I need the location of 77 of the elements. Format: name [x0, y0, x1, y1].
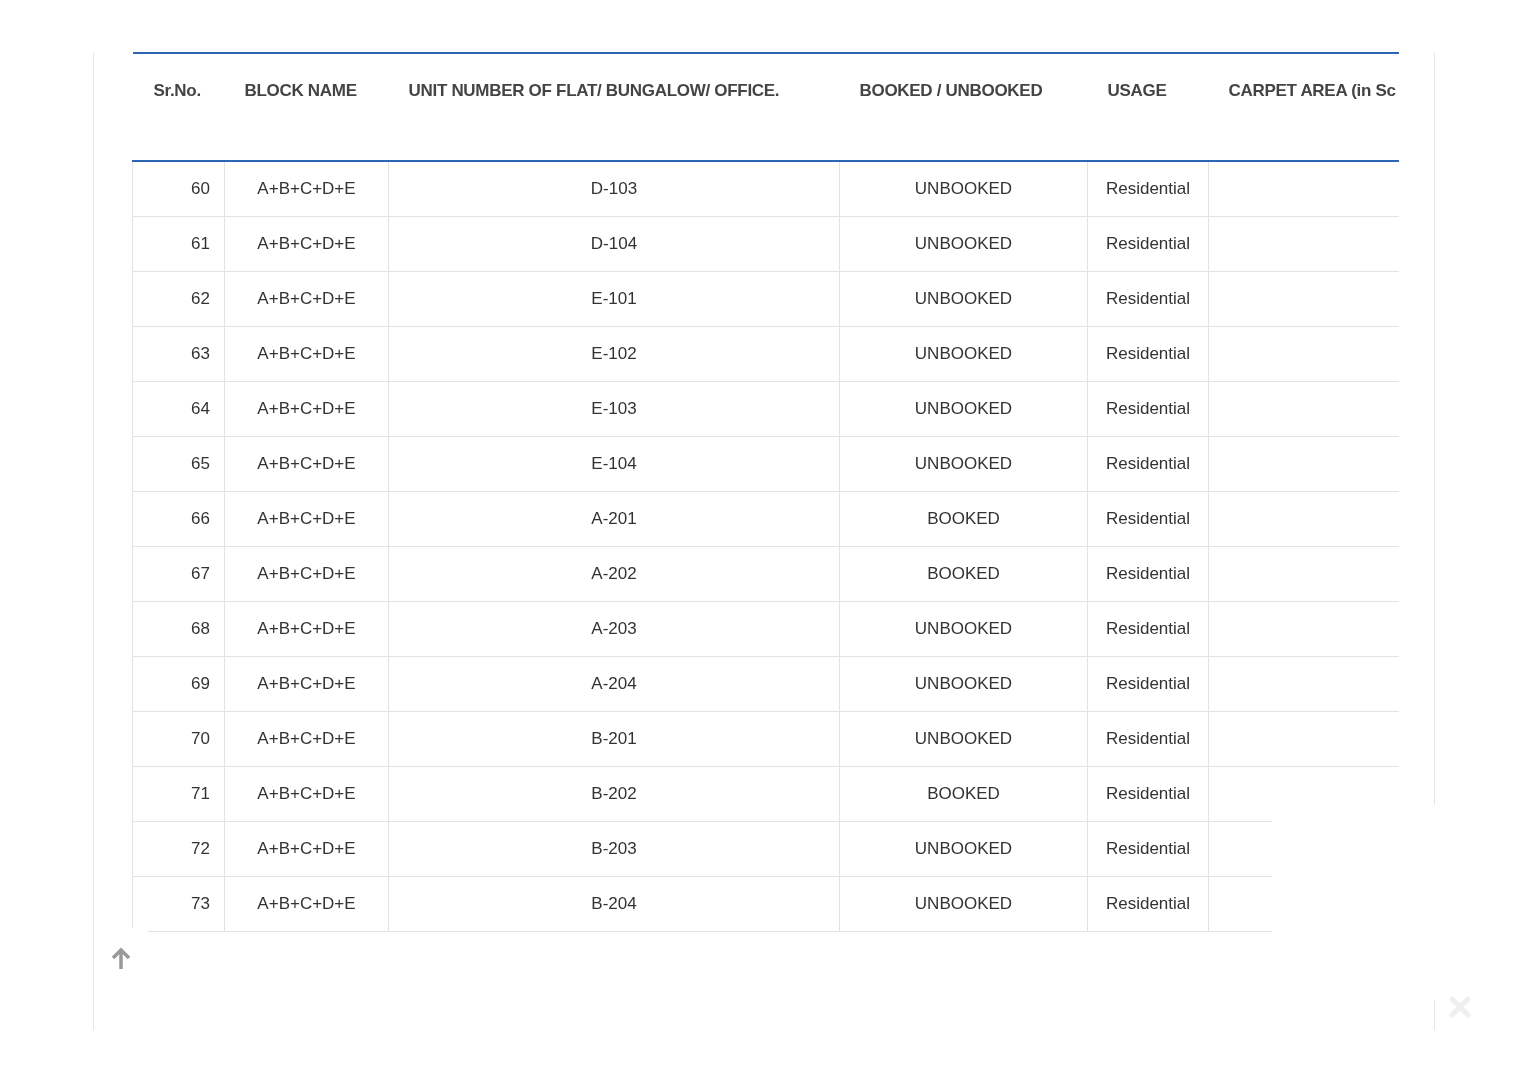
- unit-number: A-202: [591, 563, 637, 584]
- column-header: Sr.No.: [132, 53, 225, 161]
- sr-no: 66: [191, 508, 210, 529]
- usage: Residential: [1105, 618, 1191, 639]
- booking-status: UNBOOKED: [914, 343, 1013, 364]
- unit-number: E-102: [591, 343, 637, 364]
- up-arrow-icon: [110, 947, 132, 971]
- block-name: A+B+C+D+E: [257, 783, 356, 804]
- usage: Residential: [1105, 838, 1191, 859]
- block-name: A+B+C+D+E: [257, 233, 356, 254]
- usage: Residential: [1105, 508, 1191, 529]
- sr-no: 63: [191, 343, 210, 364]
- unit-number: A-204: [591, 673, 637, 694]
- block-name: A+B+C+D+E: [257, 398, 356, 419]
- booking-status: UNBOOKED: [914, 673, 1013, 694]
- block-name: A+B+C+D+E: [257, 893, 356, 914]
- block-name: A+B+C+D+E: [257, 563, 356, 584]
- usage: Residential: [1105, 728, 1191, 749]
- column-header: UNIT NUMBER OF FLAT/ BUNGALOW/ OFFICE.: [388, 53, 840, 161]
- booking-status: UNBOOKED: [914, 178, 1013, 199]
- usage: Residential: [1105, 398, 1191, 419]
- unit-number: B-202: [591, 783, 637, 804]
- sr-no: 73: [191, 893, 210, 914]
- usage: Residential: [1105, 288, 1191, 309]
- column-header: USAGE: [1087, 53, 1209, 161]
- block-name: A+B+C+D+E: [257, 728, 356, 749]
- booking-status: BOOKED: [927, 783, 1000, 804]
- column-header: CARPET AREA (in Sc: [1208, 53, 1399, 161]
- sr-no: 69: [191, 673, 210, 694]
- usage: Residential: [1105, 563, 1191, 584]
- block-name: A+B+C+D+E: [257, 618, 356, 639]
- block-name: A+B+C+D+E: [257, 288, 356, 309]
- booking-status: UNBOOKED: [914, 838, 1013, 859]
- sr-no: 72: [191, 838, 210, 859]
- booking-status: UNBOOKED: [914, 398, 1013, 419]
- booking-status: UNBOOKED: [914, 618, 1013, 639]
- block-name: A+B+C+D+E: [257, 453, 356, 474]
- booking-status: UNBOOKED: [914, 288, 1013, 309]
- unit-number: B-201: [591, 728, 637, 749]
- block-name: A+B+C+D+E: [257, 178, 356, 199]
- sr-no: 61: [191, 233, 210, 254]
- column-header: BLOCK NAME: [224, 53, 389, 161]
- sr-no: 62: [191, 288, 210, 309]
- booking-status: UNBOOKED: [914, 453, 1013, 474]
- sr-no: 65: [191, 453, 210, 474]
- sr-no: 70: [191, 728, 210, 749]
- block-name: A+B+C+D+E: [257, 673, 356, 694]
- unit-number: E-101: [591, 288, 637, 309]
- block-name: A+B+C+D+E: [257, 838, 356, 859]
- usage: Residential: [1105, 343, 1191, 364]
- usage: Residential: [1105, 178, 1191, 199]
- booking-status: BOOKED: [927, 563, 1000, 584]
- block-name: A+B+C+D+E: [257, 508, 356, 529]
- unit-number: D-104: [590, 233, 638, 254]
- unit-number: E-104: [591, 453, 637, 474]
- column-header: BOOKED / UNBOOKED: [839, 53, 1088, 161]
- sr-no: 68: [191, 618, 210, 639]
- booking-status: UNBOOKED: [914, 728, 1013, 749]
- usage: Residential: [1105, 233, 1191, 254]
- sr-no: 67: [191, 563, 210, 584]
- booking-status: UNBOOKED: [914, 893, 1013, 914]
- usage: Residential: [1105, 673, 1191, 694]
- sr-no: 60: [191, 178, 210, 199]
- usage: Residential: [1105, 453, 1191, 474]
- unit-number: E-103: [591, 398, 637, 419]
- block-name: A+B+C+D+E: [257, 343, 356, 364]
- unit-number: B-203: [591, 838, 637, 859]
- booking-status: UNBOOKED: [914, 233, 1013, 254]
- sr-no: 71: [191, 783, 210, 804]
- unit-number: A-201: [591, 508, 637, 529]
- booking-status: BOOKED: [927, 508, 1000, 529]
- usage: Residential: [1105, 783, 1191, 804]
- sr-no: 64: [191, 398, 210, 419]
- unit-number: B-204: [591, 893, 637, 914]
- unit-number: A-203: [591, 618, 637, 639]
- usage: Residential: [1105, 893, 1191, 914]
- unit-number: D-103: [590, 178, 638, 199]
